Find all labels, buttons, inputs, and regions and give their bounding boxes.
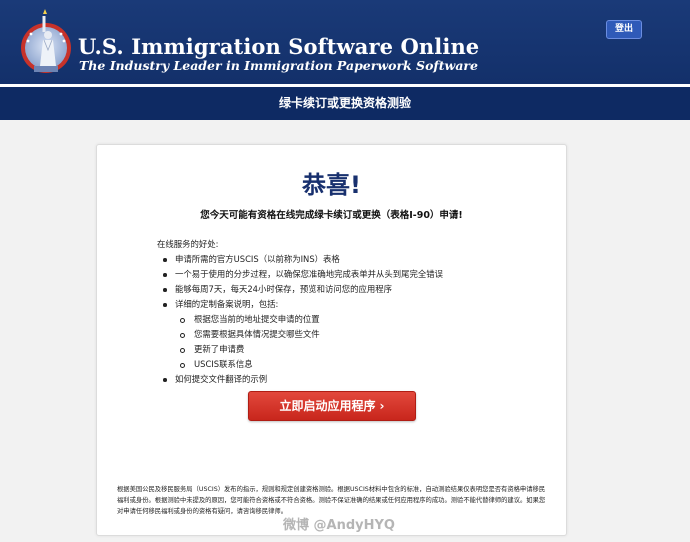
- filing-instructions-list: 根据您当前的地址提交申请的位置 您需要根据具体情况提交哪些文件 更新了申请费 U…: [157, 312, 537, 372]
- disclaimer-text: 根据美国公民及移民服务局（USCIS）发布的指示，规则和规定创建资格测验。根据U…: [117, 486, 546, 515]
- benefit-item: 详细的定制备案说明，包括:: [157, 297, 537, 312]
- chevron-right-icon: ›: [379, 399, 385, 413]
- sub-benefit-item: USCIS联系信息: [157, 357, 537, 372]
- start-application-button[interactable]: 立即启动应用程序 ›: [248, 391, 416, 421]
- watermark: 微博 @AndyHYQ: [283, 518, 395, 533]
- site-tagline: The Industry Leader in Immigration Paper…: [79, 58, 478, 73]
- eligibility-message: 您今天可能有资格在线完成绿卡续订或更换（表格I-90）申请!: [200, 210, 463, 221]
- page-subtitle-bar: 绿卡续订或更换资格测验: [0, 87, 690, 120]
- site-title: U.S. Immigration Software Online: [78, 34, 480, 59]
- start-application-label: 立即启动应用程序: [279, 399, 376, 413]
- congratulations-heading: 恭喜!: [302, 171, 361, 199]
- benefits-list-end: 如何提交文件翻译的示例: [157, 372, 537, 387]
- sub-benefit-item: 根据您当前的地址提交申请的位置: [157, 312, 537, 327]
- benefit-item: 申请所需的官方USCIS（以前称为INS）表格: [157, 252, 537, 267]
- benefits-title: 在线服务的好处:: [157, 239, 219, 249]
- benefit-item: 如何提交文件翻译的示例: [157, 372, 537, 387]
- site-header: U.S. Immigration Software Online The Ind…: [0, 0, 690, 84]
- statue-of-liberty-logo-icon: [21, 9, 71, 73]
- benefit-item: 能够每周7天，每天24小时保存，预览和访问您的应用程序: [157, 282, 537, 297]
- benefits-section: 在线服务的好处: 申请所需的官方USCIS（以前称为INS）表格 一个易于使用的…: [157, 237, 537, 387]
- page-subtitle: 绿卡续订或更换资格测验: [278, 96, 411, 110]
- benefit-item: 一个易于使用的分步过程，以确保您准确地完成表单并从头到尾完全错误: [157, 267, 537, 282]
- benefits-list: 申请所需的官方USCIS（以前称为INS）表格 一个易于使用的分步过程，以确保您…: [157, 252, 537, 312]
- sub-benefit-item: 您需要根据具体情况提交哪些文件: [157, 327, 537, 342]
- result-card: 恭喜! 您今天可能有资格在线完成绿卡续订或更换（表格I-90）申请! 在线服务的…: [96, 144, 567, 536]
- sub-benefit-item: 更新了申请费: [157, 342, 537, 357]
- logout-button[interactable]: 登出: [606, 20, 642, 39]
